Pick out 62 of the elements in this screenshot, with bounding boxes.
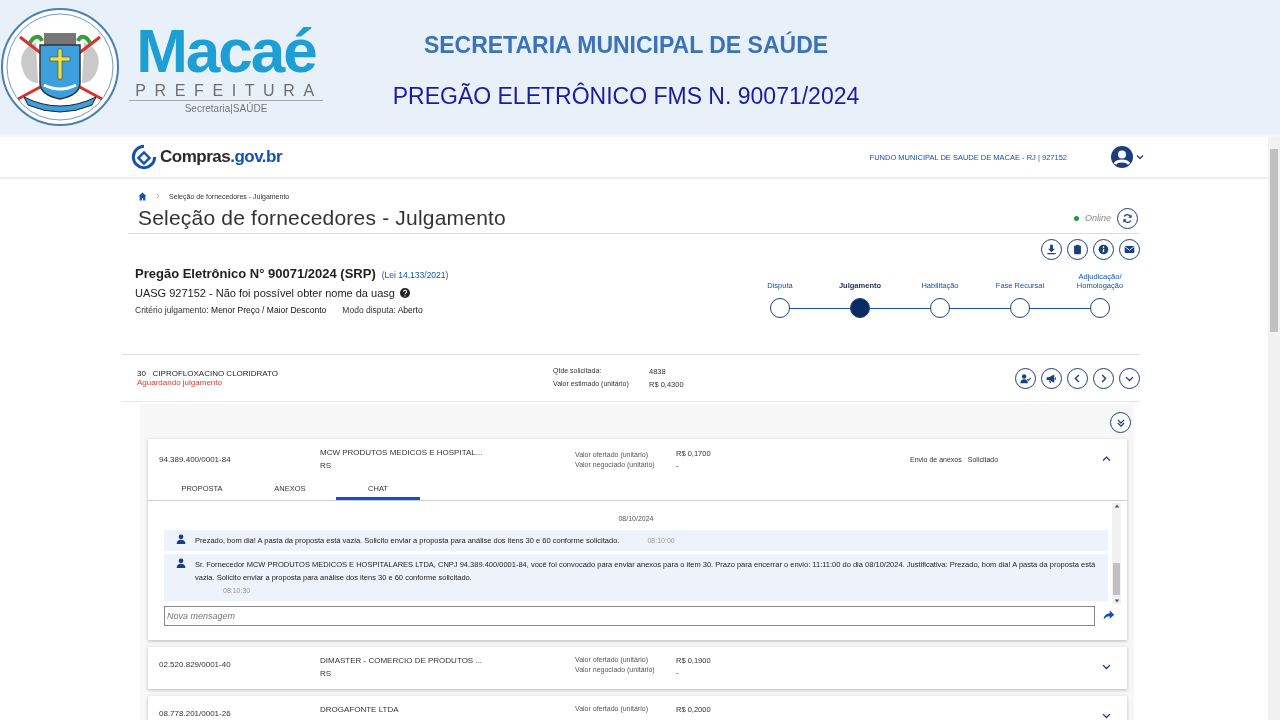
supplier-state: RS: [320, 669, 333, 678]
step-node[interactable]: [1090, 298, 1110, 318]
logo-subtitle: PREFEITURA: [129, 82, 323, 101]
logo-department: Secretaria|SAÚDE: [184, 103, 268, 114]
mail-icon: [1124, 244, 1135, 255]
supplier-name: DROGAFONTE LTDA: [320, 705, 400, 714]
refresh-button[interactable]: [1117, 207, 1138, 229]
step-node[interactable]: [930, 298, 950, 318]
user-menu[interactable]: [1111, 146, 1144, 168]
status-label: Online: [1085, 213, 1111, 223]
home-icon: [138, 191, 147, 201]
supplier-name: MCW PRODUTOS MEDICOS E HOSPITAL...: [320, 448, 484, 457]
banner-subheading: PREGÃO ELETRÔNICO FMS N. 90071/2024: [392, 83, 860, 110]
page-title: Seleção de fornecedores - Julgamento: [138, 206, 506, 230]
scroll-down-icon: [1113, 598, 1120, 604]
item-name: 30 CIPROFLOXACINO CLORIDRATO: [137, 369, 280, 378]
supplier-name: DIMASTER - COMERCIO DE PRODUTOS ...: [320, 656, 484, 665]
uasg-text: UASG 927152 - Não foi possível obter nome da uasg: [135, 287, 395, 299]
user-icon: [176, 534, 186, 544]
caret-icon: [1136, 153, 1144, 161]
compras-logo-icon: [131, 144, 157, 170]
scroll-up-icon: [1113, 503, 1120, 509]
mail-button[interactable]: [1119, 239, 1140, 260]
user-check-button[interactable]: [1015, 367, 1036, 389]
scrollbar[interactable]: [1268, 137, 1280, 720]
supplier-state: RS: [320, 461, 333, 470]
user-icon: [176, 558, 186, 568]
step-node[interactable]: [1010, 298, 1030, 318]
clipboard-button[interactable]: [1067, 239, 1088, 260]
chevron-right-icon: [155, 193, 161, 199]
law-link[interactable]: (Lei 14.133/2021): [381, 270, 449, 280]
cnpj: 08.778.201/0001-26: [159, 708, 232, 718]
announce-button[interactable]: [1041, 367, 1062, 389]
expand-button[interactable]: [1119, 367, 1140, 389]
message-input[interactable]: Nova mensagem: [164, 606, 1095, 626]
reply-arrow-icon: [1103, 608, 1115, 621]
info-button[interactable]: [1093, 239, 1114, 260]
refresh-icon: [1122, 212, 1133, 224]
collapse-all-button[interactable]: [1110, 412, 1131, 433]
info-icon: [1098, 244, 1109, 255]
download-button[interactable]: [1041, 239, 1062, 260]
item-status: Aguardando julgamento: [137, 378, 223, 387]
double-chevron-down-icon: [1115, 417, 1126, 428]
cnpj: 94.389.400/0001-84: [159, 454, 232, 464]
banner-heading: SECRETARIA MUNICIPAL DE SAÚDE: [423, 32, 829, 59]
previous-button[interactable]: [1067, 367, 1088, 389]
user-avatar-icon: [1111, 146, 1133, 168]
user-check-icon: [1020, 372, 1031, 384]
step-node[interactable]: [770, 298, 790, 318]
brand-name: Compras.gov.br: [160, 147, 283, 167]
logo-name: Macaé: [136, 20, 316, 82]
help-icon: [399, 288, 410, 298]
dispute-mode-label: Modo disputa: Aberto: [342, 305, 423, 315]
criteria-label: Critério julgamento: Menor Preço / Maior Desconto: [135, 305, 327, 315]
step-node[interactable]: [850, 298, 870, 318]
megaphone-icon: [1046, 372, 1057, 384]
procurement-title: Pregão Eletrônico N° 90071/2024 (SRP): [135, 266, 376, 281]
cnpj: 02.520.829/0001-40: [159, 659, 232, 669]
download-icon: [1046, 244, 1057, 255]
chat-scrollbar[interactable]: [1112, 503, 1121, 604]
clipboard-icon: [1072, 244, 1083, 255]
next-button[interactable]: [1093, 367, 1114, 389]
